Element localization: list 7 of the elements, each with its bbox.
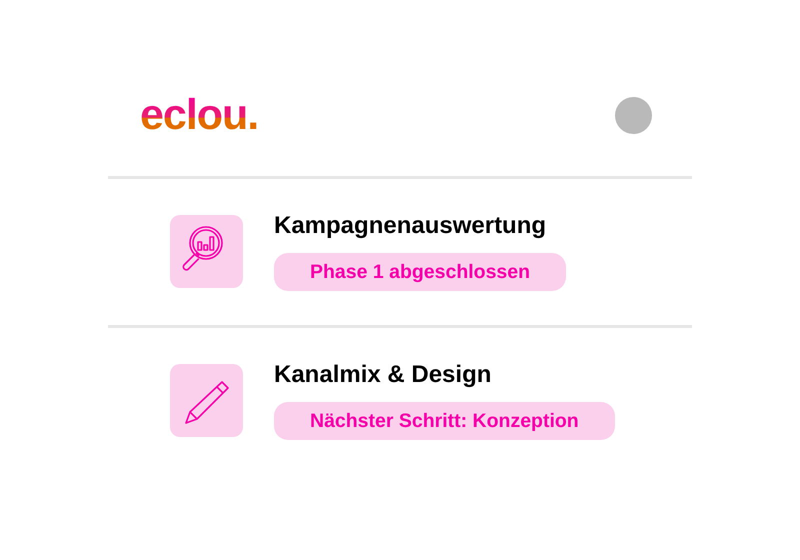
avatar[interactable]	[615, 96, 652, 134]
item-title: Kampagnenauswertung	[274, 212, 546, 240]
status-badge: Phase 1 abgeschlossen	[274, 253, 566, 291]
item-title: Kanalmix & Design	[274, 361, 492, 389]
status-badge: Nächster Schritt: Konzeption	[274, 402, 615, 440]
magnifier-chart-icon	[170, 215, 243, 288]
pencil-icon	[170, 364, 243, 437]
